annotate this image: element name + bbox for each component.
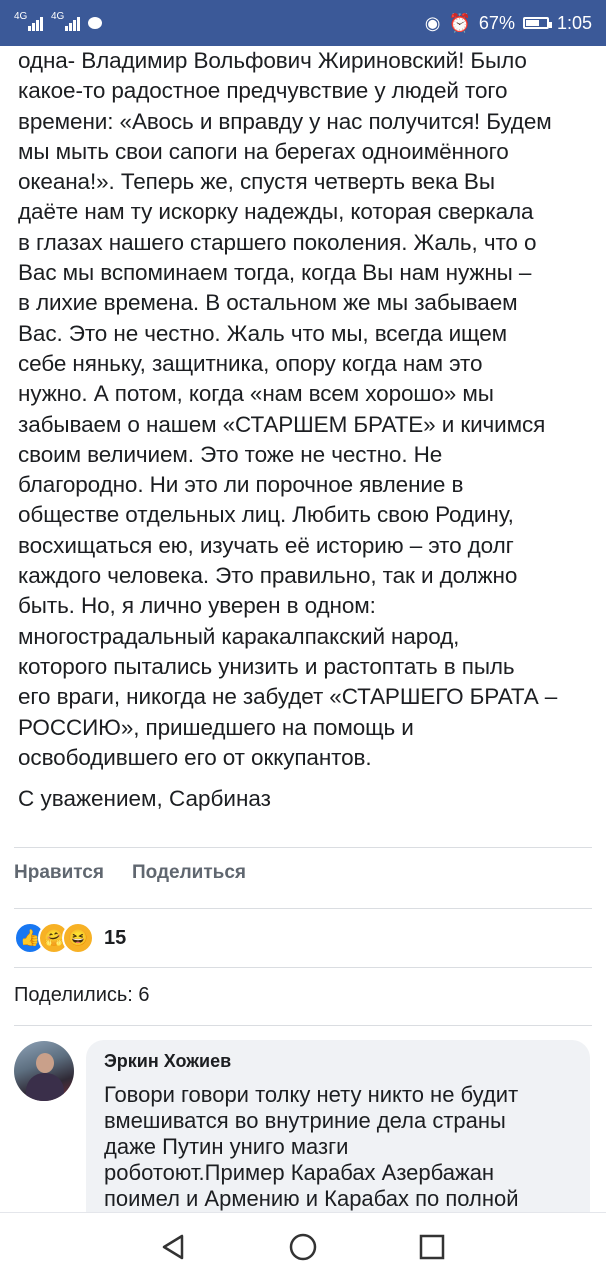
status-left: 4G 4G xyxy=(14,11,102,31)
battery-level xyxy=(525,20,540,26)
share-button[interactable]: Поделиться xyxy=(132,862,246,884)
clock: 1:05 xyxy=(556,12,592,33)
signal-icon: 4G xyxy=(14,11,43,31)
recents-button[interactable] xyxy=(412,1227,452,1267)
status-right: ◉ ⏰ 67% 1:05 xyxy=(425,13,592,34)
divider xyxy=(14,967,592,968)
status-bar: 4G 4G ◉ ⏰ 67% 1:05 xyxy=(0,0,606,46)
haha-reaction-icon: 😆 xyxy=(62,922,94,954)
network-type-label: 4G xyxy=(14,11,28,22)
post-signature: С уважением, Сарбиназ xyxy=(18,786,271,811)
network-type-label-2: 4G xyxy=(51,11,65,22)
navigation-bar xyxy=(0,1212,606,1280)
shares-count[interactable]: Поделились: 6 xyxy=(14,984,150,1007)
reaction-count: 15 xyxy=(104,926,127,949)
divider xyxy=(14,847,592,848)
home-button[interactable] xyxy=(283,1227,323,1267)
post-text: одна- Владимир Вольфович Жириновский! Бы… xyxy=(18,48,558,770)
avatar[interactable] xyxy=(14,1041,74,1101)
back-icon xyxy=(163,1234,184,1259)
back-button[interactable] xyxy=(154,1227,194,1267)
post-actions: Нравится Поделиться xyxy=(14,862,246,884)
divider xyxy=(14,1025,592,1026)
like-button[interactable]: Нравится xyxy=(14,862,104,884)
alarm-icon: ⏰ xyxy=(448,12,471,33)
battery-percent: 67% xyxy=(478,12,515,33)
battery-icon xyxy=(522,17,552,29)
avatar-head xyxy=(36,1053,54,1073)
signal-icon-2: 4G xyxy=(51,11,80,31)
message-icon xyxy=(88,17,102,29)
recents-icon xyxy=(419,1234,444,1259)
comment-author[interactable]: Эркин Хожиев xyxy=(104,1051,231,1072)
eye-icon: ◉ xyxy=(424,12,441,33)
comment-text: Говори говори толку нету никто не будит … xyxy=(104,1082,519,1211)
divider xyxy=(14,908,592,909)
reactions-summary[interactable]: 👍 🤗 😆 15 xyxy=(14,922,126,954)
avatar-body xyxy=(26,1073,64,1101)
home-icon xyxy=(289,1233,317,1260)
